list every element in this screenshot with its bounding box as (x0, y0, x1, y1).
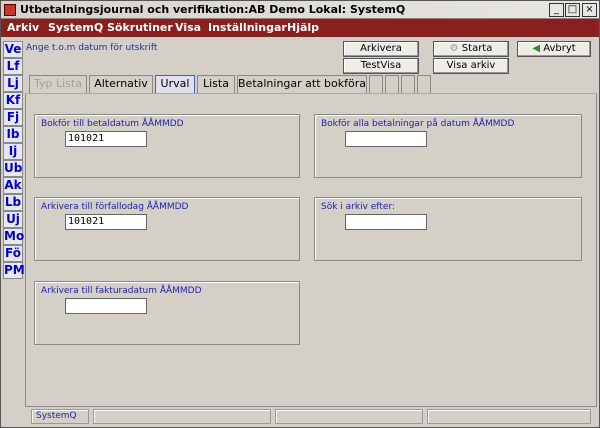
shortcut-lj[interactable]: Lj (3, 75, 23, 92)
urval-tab-content: Bokför till betaldatum ÅÅMMDD 101021 Bok… (25, 93, 597, 407)
shortcut-ub[interactable]: Ub (3, 160, 23, 177)
bokfor-alla-label: Bokför alla betalningar på datum ÅÅMMDD (321, 119, 515, 129)
tab-typ-lista[interactable]: Typ Lista (29, 75, 87, 93)
tab-empty[interactable] (401, 75, 415, 93)
shortcut-pm[interactable]: PM (3, 262, 25, 279)
bokfor-alla-input[interactable] (345, 131, 427, 147)
shortcut-fo[interactable]: Fö (3, 245, 23, 262)
window-title: Utbetalningsjournal och verifikation:AB … (20, 3, 406, 16)
shortcut-fj[interactable]: Fj (3, 109, 23, 126)
gear-icon: ⚙ (449, 43, 459, 54)
tab-alternativ[interactable]: Alternativ (89, 75, 153, 93)
menu-sokrutiner[interactable]: Sökrutiner (107, 21, 173, 34)
menu-arkiv[interactable]: Arkiv (7, 21, 39, 34)
sok-arkiv-label: Sök i arkiv efter: (321, 202, 395, 212)
tab-lista[interactable]: Lista (197, 75, 235, 93)
testvisa-button[interactable]: TestVisa (343, 58, 419, 74)
app-icon (4, 4, 16, 16)
tab-bar: Typ Lista Alternativ Urval Lista Betalni… (25, 75, 597, 93)
shortcut-mo[interactable]: Mo (3, 228, 24, 245)
avbryt-button[interactable]: ◀ Avbryt (517, 41, 591, 57)
instruction-text: Ange t.o.m datum för utskrift (26, 43, 158, 53)
panel-bokfor-betaldatum: Bokför till betaldatum ÅÅMMDD 101021 (34, 114, 300, 178)
sok-arkiv-input[interactable] (345, 214, 427, 230)
shortcut-ak[interactable]: Ak (3, 177, 23, 194)
app-window: Utbetalningsjournal och verifikation:AB … (0, 0, 600, 428)
tab-empty[interactable] (385, 75, 399, 93)
shortcut-lb[interactable]: Lb (3, 194, 23, 211)
arkivera-forfallodag-input[interactable]: 101021 (65, 214, 147, 230)
shortcut-kf[interactable]: Kf (3, 92, 23, 109)
avbryt-label: Avbryt (543, 43, 576, 54)
panel-arkivera-fakturadatum: Arkivera till fakturadatum ÅÅMMDD (34, 281, 300, 345)
panel-arkivera-forfallodag: Arkivera till förfallodag ÅÅMMDD 101021 (34, 197, 300, 261)
menu-hjalp[interactable]: Hjälp (287, 21, 319, 34)
arrow-left-icon: ◀ (532, 43, 541, 54)
status-cell (427, 409, 591, 424)
menu-systemq[interactable]: SystemQ (48, 21, 103, 34)
starta-label: Starta (461, 43, 493, 54)
tab-betalningar-att-bokfora[interactable]: Betalningar att bokföra (237, 75, 367, 93)
bokfor-betaldatum-label: Bokför till betaldatum ÅÅMMDD (41, 119, 184, 129)
arkivera-fakturadatum-input[interactable] (65, 298, 147, 314)
minimize-button[interactable]: _ (549, 3, 564, 17)
status-cell (275, 409, 423, 424)
menu-visa[interactable]: Visa (175, 21, 201, 34)
tab-urval[interactable]: Urval (155, 75, 195, 93)
tab-empty[interactable] (417, 75, 431, 93)
status-app: SystemQ (31, 409, 89, 424)
shortcut-uj[interactable]: Uj (3, 211, 23, 228)
shortcut-ij[interactable]: Ij (3, 143, 23, 160)
arkivera-fakturadatum-label: Arkivera till fakturadatum ÅÅMMDD (41, 286, 202, 296)
panel-sok-arkiv: Sök i arkiv efter: (314, 197, 582, 261)
arkivera-forfallodag-label: Arkivera till förfallodag ÅÅMMDD (41, 202, 189, 212)
visa-arkiv-button[interactable]: Visa arkiv (433, 58, 509, 74)
shortcut-ve[interactable]: Ve (3, 41, 23, 58)
starta-button[interactable]: ⚙ Starta (433, 41, 509, 57)
status-bar: SystemQ (25, 409, 597, 425)
status-cell (93, 409, 271, 424)
maximize-button[interactable]: □ (565, 3, 580, 17)
shortcut-ib[interactable]: Ib (3, 126, 23, 143)
shortcut-lf[interactable]: Lf (3, 58, 23, 75)
menu-installningar[interactable]: Inställningar (208, 21, 287, 34)
menu-bar: Arkiv SystemQ Sökrutiner Visa Inställnin… (1, 19, 599, 37)
close-button[interactable]: × (582, 3, 597, 17)
title-bar: Utbetalningsjournal och verifikation:AB … (1, 1, 599, 19)
bokfor-betaldatum-input[interactable]: 101021 (65, 131, 147, 147)
tab-empty[interactable] (369, 75, 383, 93)
panel-bokfor-alla: Bokför alla betalningar på datum ÅÅMMDD (314, 114, 582, 178)
arkivera-button[interactable]: Arkivera (343, 41, 419, 57)
side-shortcuts: Ve Lf Lj Kf Fj Ib Ij Ub Ak Lb Uj Mo Fö P… (3, 41, 25, 279)
